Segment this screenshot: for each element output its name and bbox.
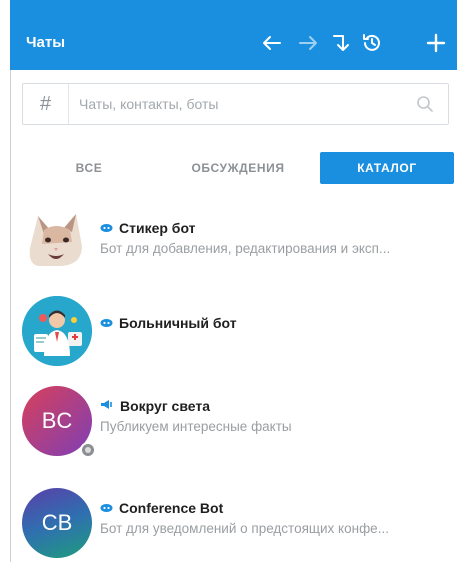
bot-icon [100, 314, 113, 332]
bot-icon [100, 499, 113, 517]
turn-down-arrow-icon[interactable] [330, 30, 352, 56]
chat-item-hospital-bot[interactable]: Больничный бот [10, 296, 457, 380]
chat-item-conference-bot[interactable]: CB Conference Bot Бот для уведомлений о … [10, 488, 457, 562]
chat-subtitle: Бот для добавления, редактирования и экс… [100, 241, 391, 256]
search-icon[interactable] [416, 95, 434, 118]
header-title: Чаты [26, 34, 66, 51]
status-badge [80, 442, 96, 458]
plus-icon[interactable] [424, 30, 448, 56]
chat-name-row: Вокруг света [100, 397, 210, 415]
chat-subtitle: Публикуем интересные факты [100, 419, 292, 434]
chat-name: Вокруг света [120, 398, 210, 414]
chat-name: Conference Bot [119, 500, 224, 516]
chat-subtitle: Бот для уведомлений о предстоящих конфе.… [100, 521, 389, 536]
doctor-avatar-image [22, 296, 92, 366]
chat-name-row: Больничный бот [100, 314, 237, 332]
cat-avatar-image [29, 214, 82, 266]
chat-name-row: Стикер бот [100, 219, 196, 237]
bot-icon [100, 219, 113, 237]
hash-icon[interactable]: # [23, 84, 69, 124]
avatar [22, 296, 92, 366]
history-icon[interactable] [360, 30, 384, 56]
search-input[interactable] [79, 92, 399, 116]
channel-icon [100, 397, 114, 415]
avatar: CB [22, 488, 92, 558]
tab-all[interactable]: ВСЕ [22, 152, 156, 184]
tab-discussions[interactable]: ОБСУЖДЕНИЯ [162, 152, 314, 184]
chat-name: Больничный бот [119, 315, 237, 331]
tab-catalog[interactable]: КАТАЛОГ [320, 152, 454, 184]
avatar [24, 208, 88, 268]
search-box: # [22, 83, 449, 125]
chat-item-around-the-world[interactable]: BC Вокруг света Публикуем интересные фак… [10, 386, 457, 470]
tabs-bar: ВСЕ ОБСУЖДЕНИЯ КАТАЛОГ [22, 152, 454, 184]
chat-item-sticker-bot[interactable]: Стикер бот Бот для добавления, редактиро… [10, 208, 457, 292]
arrow-left-icon[interactable] [260, 30, 284, 56]
arrow-right-icon[interactable] [296, 30, 320, 56]
chat-name-row: Conference Bot [100, 499, 223, 517]
header-bar: Чаты [10, 0, 457, 70]
chat-name: Стикер бот [119, 220, 196, 236]
